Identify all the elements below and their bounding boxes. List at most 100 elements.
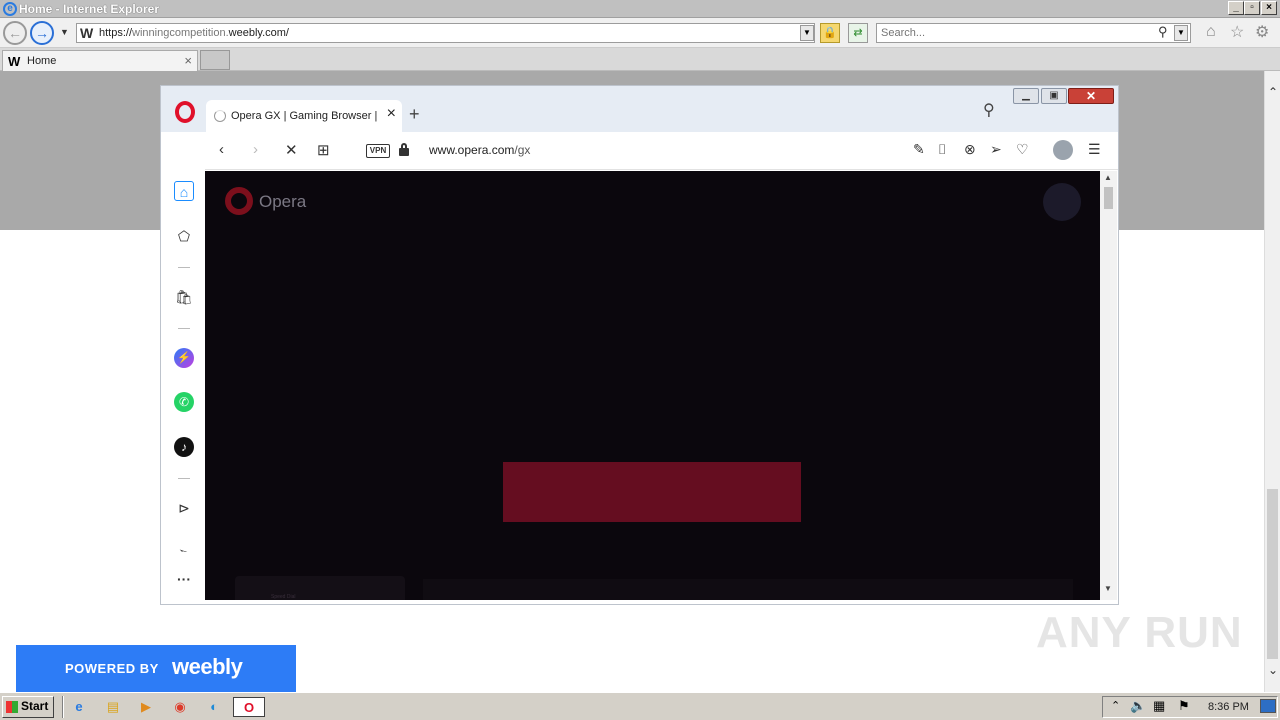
opera-url-host: www.opera.com [429,143,515,157]
opera-tab-title: Opera GX | Gaming Browser | [231,110,378,122]
forward-button[interactable]: → [30,21,54,45]
search-input[interactable] [881,26,1151,40]
address-dropdown-icon[interactable]: ▼ [800,25,814,41]
window-title: Home - Internet Explorer [19,2,160,16]
back-button[interactable]: ← [3,21,27,45]
opera-tab-close-icon[interactable]: × [387,105,396,123]
favorites-star-icon[interactable]: ☆ [1230,22,1244,42]
page-scrollbar[interactable]: ⌃ ⌄ [1264,71,1280,692]
opera-scroll-down-icon[interactable]: ▼ [1104,584,1112,593]
edit-share-icon[interactable]: ✎ [913,141,925,158]
opera-tab-search-icon[interactable]: ⚲ [983,100,995,120]
volume-icon[interactable]: 🔈 [1130,698,1146,714]
start-button[interactable]: Start [2,696,54,718]
home-icon[interactable]: ⌂ [1206,23,1216,41]
loading-spinner-icon [214,110,226,122]
taskbar-edge-icon[interactable]: ◐ [202,697,226,717]
opera-lock-icon[interactable] [399,143,409,156]
opera-tab[interactable]: Opera GX | Gaming Browser | × [206,100,402,132]
taskbar-explorer-icon[interactable]: ▤ [101,697,125,717]
opera-logo-icon[interactable] [175,101,195,123]
tab-home[interactable]: W Home × [2,50,198,71]
opera-scroll-up-icon[interactable]: ▲ [1104,173,1112,182]
easy-setup-icon[interactable]: ☰ [1088,141,1101,158]
download-button[interactable] [503,462,801,522]
sidebar-more-icon[interactable]: ··· [174,569,194,589]
messenger-icon[interactable]: ⚡ [174,348,194,368]
taskbar-media-player-icon[interactable]: ▶ [134,697,158,717]
action-center-flag-icon[interactable]: ⚑ [1178,698,1190,714]
taskbar-divider [62,696,64,718]
search-box[interactable]: ⚲ ▼ [876,23,1191,43]
history-dropdown-icon[interactable]: ▼ [60,27,69,37]
content-avatar[interactable] [1043,183,1081,221]
minimize-button[interactable]: _ [1228,1,1244,15]
bookmark-heart-icon[interactable]: ♡ [1016,141,1029,158]
restore-button[interactable]: ▫ [1244,1,1260,15]
url-prefix: https:// [99,27,133,39]
scroll-thumb[interactable] [1267,489,1278,659]
taskbar-chrome-icon[interactable]: ◉ [168,697,192,717]
powered-by-weebly-banner[interactable]: POWERED BY weebly [16,645,296,692]
scroll-up-icon[interactable]: ⌃ [1268,85,1278,99]
preview-tab-ghost [235,576,405,600]
taskbar-ie-icon[interactable]: e [67,697,91,717]
tab-label: Home [27,55,57,67]
adblock-shield-icon[interactable]: ⊗ [964,141,976,158]
address-bar[interactable]: W https://winningcompetition.weebly.com/ [76,23,815,43]
preview-bar-ghost [423,579,1073,600]
anyrun-watermark: ANY RUN [1036,608,1243,657]
address-url: https://winningcompetition.weebly.com/ [99,27,289,39]
weebly-favicon-icon: W [80,25,94,41]
close-button[interactable]: × [1261,1,1277,15]
new-tab-button[interactable] [200,50,230,70]
system-tray [1102,696,1278,718]
opera-new-tab-icon[interactable]: + [409,104,420,125]
sidebar-send-icon[interactable]: ➢ [174,542,194,552]
opera-address-url[interactable]: www.opera.com/gx [429,143,530,157]
opera-close-button[interactable]: ✕ [1068,88,1114,104]
network-icon[interactable]: ▦ [1153,698,1165,714]
show-desktop-icon[interactable] [1260,699,1276,713]
opera-scroll-thumb[interactable] [1104,187,1113,209]
camera-snapshot-icon[interactable]: ⌷ [938,141,946,158]
opera-content-scrollbar[interactable]: ▲ ▼ [1100,171,1117,600]
powered-by-text: POWERED BY [65,661,159,676]
search-dropdown-icon[interactable]: ▼ [1174,25,1188,41]
weebly-logo-text: weebly [172,654,243,679]
speed-dial-ghost-text: Speed Dial [271,594,296,600]
taskbar-clock[interactable]: 8:36 PM [1208,701,1249,713]
opera-minimize-button[interactable]: ▁ [1013,88,1039,104]
scroll-down-icon[interactable]: ⌄ [1268,663,1278,677]
profile-avatar-icon[interactable] [1053,140,1073,160]
lock-icon[interactable]: 🔒 [820,23,840,43]
windows-taskbar: Start e ▤ ▶ ◉ ◐ O ⌃ 🔈 ▦ ⚑ 8:36 PM [0,692,1280,720]
sidebar-shopping-icon[interactable]: 🛍 [174,287,194,307]
sidebar-divider [178,267,190,268]
tiktok-icon[interactable]: ♪ [174,437,194,457]
tray-expand-icon[interactable]: ⌃ [1111,699,1120,712]
opera-tabs-grid-icon[interactable]: ⊞ [317,141,330,159]
settings-gear-icon[interactable]: ⚙ [1255,22,1269,42]
opera-page-content: Opera Speed Dial [205,171,1100,600]
opera-back-icon[interactable]: ‹ [219,141,224,158]
tab-close-icon[interactable]: × [184,53,192,68]
opera-tab-bar: Opera GX | Gaming Browser | × + ⚲ ▁ ▣ ✕ [161,86,1118,132]
ie-navigation-bar: ← → ▼ W https://winningcompetition.weebl… [0,18,1280,48]
opera-url-path: /gx [514,143,531,157]
sidebar-pinboard-icon[interactable]: ⬠ [174,226,194,246]
search-icon[interactable]: ⚲ [1158,24,1168,40]
whatsapp-icon[interactable]: ✆ [174,392,194,412]
opera-stop-icon[interactable]: ✕ [285,141,298,159]
sidebar-home-icon[interactable]: ⌂ [174,181,194,201]
start-label: Start [21,699,49,713]
vpn-badge[interactable]: VPN [366,144,390,158]
send-flow-icon[interactable]: ➢ [990,141,1002,158]
opera-maximize-button[interactable]: ▣ [1041,88,1067,104]
weebly-tab-icon: W [8,54,21,69]
taskbar-opera-icon[interactable]: O [233,697,265,717]
opera-forward-icon[interactable]: › [253,141,258,158]
refresh-icon[interactable]: ⇄ [848,23,868,43]
player-icon[interactable]: ⊳ [174,498,194,518]
opera-window: Opera GX | Gaming Browser | × + ⚲ ▁ ▣ ✕ … [160,85,1119,605]
